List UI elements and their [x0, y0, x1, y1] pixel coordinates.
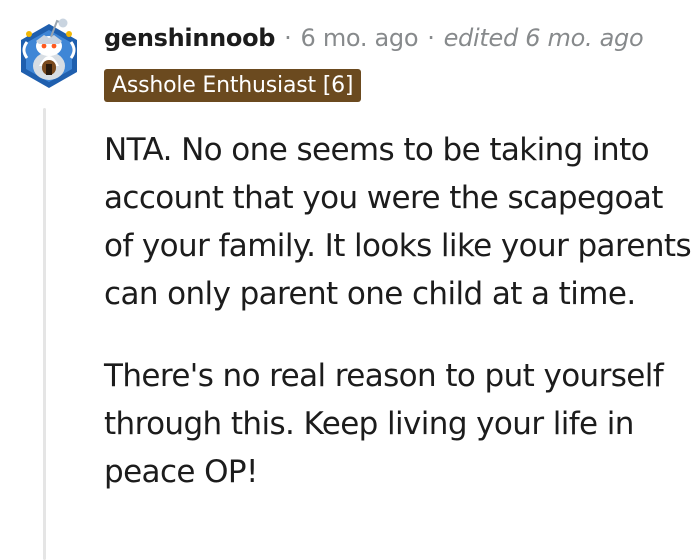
comment-body: NTA. No one seems to be taking into acco… — [104, 126, 694, 496]
thread-line[interactable] — [43, 108, 46, 560]
comment-paragraph: There's no real reason to put yourself t… — [104, 358, 664, 490]
comment-timestamp[interactable]: 6 mo. ago — [301, 24, 419, 52]
edited-timestamp: edited 6 mo. ago — [443, 24, 644, 52]
comment: genshinnoob · 6 mo. ago · edited 6 mo. a… — [0, 0, 700, 560]
avatar[interactable] — [15, 10, 83, 92]
comment-header: genshinnoob · 6 mo. ago · edited 6 mo. a… — [104, 20, 644, 56]
comment-paragraph: NTA. No one seems to be taking into acco… — [104, 132, 692, 312]
meta-separator: · — [427, 24, 435, 52]
username-link[interactable]: genshinnoob — [104, 24, 275, 52]
reddit-snoovatar-icon — [21, 18, 77, 88]
meta-separator: · — [284, 24, 292, 52]
user-flair: Asshole Enthusiast [6] — [104, 69, 362, 102]
